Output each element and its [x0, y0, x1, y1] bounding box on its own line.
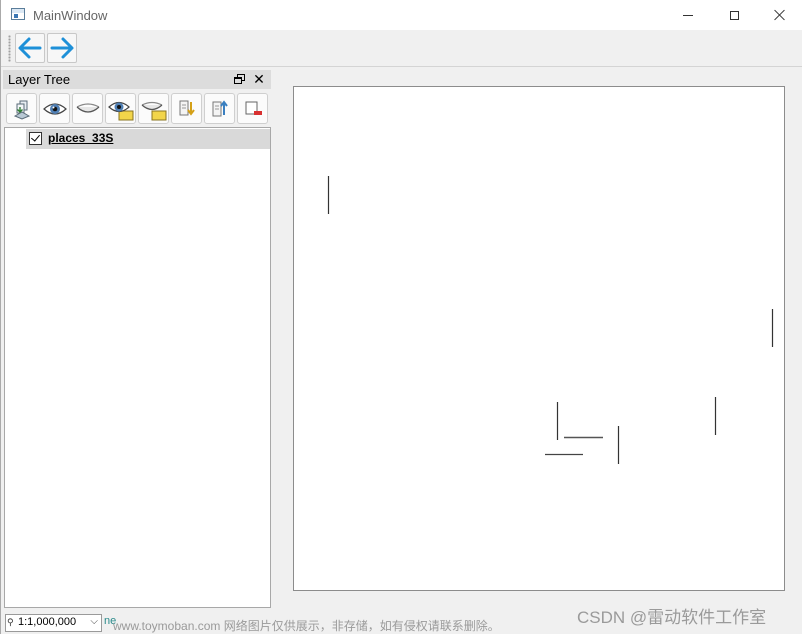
show-selected-button[interactable]: [105, 93, 136, 124]
window-title: MainWindow: [33, 8, 108, 23]
dock-title: Layer Tree: [8, 72, 71, 87]
dock-close-icon: ✕: [253, 70, 265, 87]
minimize-button[interactable]: [665, 0, 711, 30]
scale-combobox[interactable]: ⚲ 1:1,000,000 ⌵: [5, 614, 102, 632]
add-group-icon: [13, 100, 30, 120]
layer-name: places_33S: [48, 131, 114, 145]
watermark-text-left: www.toymoban.com 网络图片仅供展示，非存储，如有侵权请联系删除。: [113, 619, 500, 633]
watermark-text-right: CSDN @雷动软件工作室: [577, 608, 767, 627]
remove-layer-button[interactable]: [237, 93, 268, 124]
toolbar-grip-handle[interactable]: [8, 35, 11, 62]
maximize-button[interactable]: [711, 0, 757, 30]
dock-header: Layer Tree ✕: [3, 70, 271, 89]
eye-closed-layer-icon: [141, 101, 166, 120]
arrow-right-icon: [50, 37, 74, 59]
hide-all-button[interactable]: [72, 93, 103, 124]
hide-selected-button[interactable]: [138, 93, 169, 124]
eye-icon: [42, 102, 67, 115]
layer-tree-view[interactable]: places_33S: [4, 127, 271, 608]
maximize-icon: [729, 10, 739, 20]
close-icon: [774, 9, 786, 21]
remove-layer-icon: [245, 101, 262, 115]
status-bar: ⚲ 1:1,000,000 ⌵ ne www.toymoban.com 网络图片…: [1, 608, 802, 634]
arrow-left-icon: [18, 37, 42, 59]
layer-visibility-checkbox[interactable]: [29, 132, 42, 145]
layer-row[interactable]: places_33S: [26, 129, 270, 149]
scale-value: 1:1,000,000: [18, 616, 77, 628]
eye-layer-icon: [107, 101, 133, 120]
forward-button[interactable]: [47, 33, 77, 63]
expand-icon: [179, 100, 195, 116]
dock-close-button[interactable]: ✕: [252, 71, 266, 87]
add-group-button[interactable]: [6, 93, 37, 124]
dock-float-icon: [233, 73, 245, 84]
scale-icon: ⚲: [7, 617, 14, 627]
main-toolbar: [1, 30, 802, 67]
back-button[interactable]: [15, 33, 45, 63]
layer-tree-dock: Layer Tree ✕ places_33S: [3, 70, 271, 610]
collapse-icon: [212, 99, 228, 116]
layer-tree-toolbar: [3, 92, 271, 126]
show-all-button[interactable]: [39, 93, 70, 124]
app-window-icon: [11, 8, 25, 20]
chevron-down-icon[interactable]: ⌵: [90, 616, 98, 627]
minimize-icon: [683, 14, 693, 16]
main-window: MainWindow Layer Tree ✕ places_33S ⚲ 1:1…: [0, 0, 802, 634]
eye-closed-icon: [76, 102, 99, 113]
collapse-all-button[interactable]: [204, 93, 235, 124]
expand-all-button[interactable]: [171, 93, 202, 124]
title-bar: MainWindow: [1, 0, 802, 30]
map-features: [327, 176, 774, 464]
close-button[interactable]: [757, 0, 802, 30]
dock-float-button[interactable]: [233, 72, 245, 86]
map-canvas[interactable]: [293, 86, 785, 591]
